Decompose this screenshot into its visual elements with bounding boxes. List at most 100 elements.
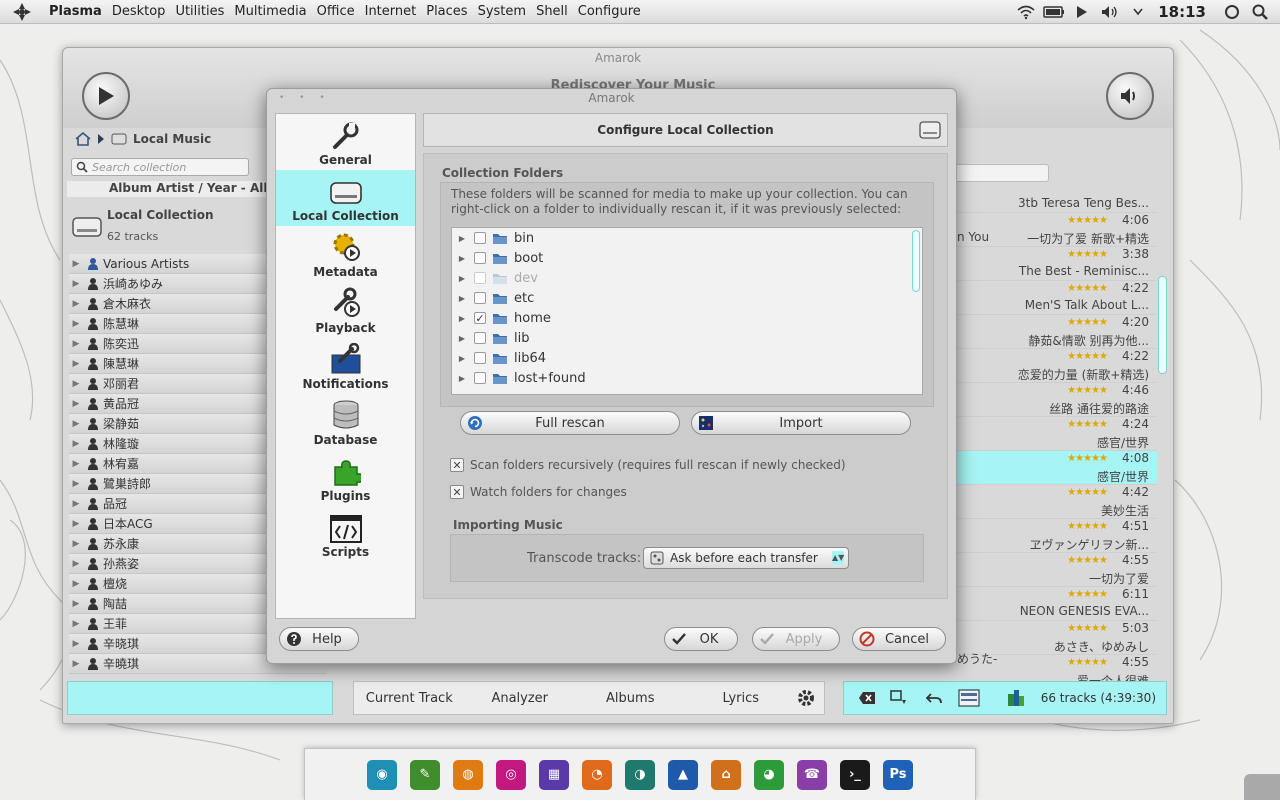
cancel-button[interactable]: Cancel — [852, 627, 946, 651]
folder-row[interactable]: ▶ dev — [452, 268, 922, 288]
expand-arrow-icon[interactable]: ▶ — [69, 419, 83, 429]
menu-internet[interactable]: Internet — [360, 0, 422, 24]
expand-arrow-icon[interactable]: ▶ — [452, 254, 472, 263]
dock-app-2[interactable]: ✎ — [410, 759, 440, 790]
playlist-scrollbar[interactable] — [1158, 276, 1167, 374]
expand-arrow-icon[interactable]: ▶ — [69, 439, 83, 449]
rating-stars[interactable]: ★★★★★ — [1067, 351, 1108, 362]
expand-arrow-icon[interactable]: ▶ — [69, 519, 83, 529]
folder-row[interactable]: ▶ lib64 — [452, 348, 922, 368]
menu-plasma[interactable]: Plasma — [44, 0, 107, 24]
dock-rss-icon[interactable]: ◔ — [582, 759, 612, 790]
folder-checkbox[interactable] — [474, 372, 486, 384]
expand-arrow-icon[interactable]: ▶ — [452, 234, 472, 243]
rating-stars[interactable]: ★★★★★ — [1067, 555, 1108, 566]
wifi-icon[interactable] — [1012, 0, 1040, 24]
expand-arrow-icon[interactable]: ▶ — [69, 459, 83, 469]
dynamic-playlist-icon[interactable] — [1006, 688, 1026, 708]
collection-filter-bar[interactable] — [67, 681, 333, 715]
expand-arrow-icon[interactable]: ▶ — [69, 639, 83, 649]
dock-app-7[interactable]: ◑ — [625, 759, 655, 790]
rating-stars[interactable]: ★★★★★ — [1067, 283, 1108, 294]
breadcrumb-local-music[interactable]: Local Music — [133, 132, 211, 146]
help-button[interactable]: Help — [279, 627, 359, 651]
queue-icon[interactable] — [890, 690, 908, 706]
expand-arrow-icon[interactable]: ▶ — [69, 379, 83, 389]
chevron-down-icon[interactable] — [1124, 0, 1152, 24]
menu-desktop[interactable]: Desktop — [107, 0, 171, 24]
tab-albums[interactable]: Albums — [575, 691, 686, 706]
expand-arrow-icon[interactable]: ▶ — [69, 479, 83, 489]
gear-icon[interactable] — [796, 688, 816, 708]
ok-button[interactable]: OK — [664, 627, 738, 651]
sidebar-item-general[interactable]: General — [276, 114, 415, 170]
tab-analyzer[interactable]: Analyzer — [465, 691, 576, 706]
corner-widget[interactable] — [1244, 774, 1280, 800]
watch-folders-checkbox[interactable]: ✕ — [450, 485, 464, 499]
menu-configure[interactable]: Configure — [573, 0, 646, 24]
expand-arrow-icon[interactable]: ▶ — [69, 319, 83, 329]
search-icon[interactable] — [1246, 0, 1274, 24]
menu-office[interactable]: Office — [312, 0, 360, 24]
sidebar-item-local-collection[interactable]: Local Collection — [276, 170, 415, 226]
clock[interactable]: 18:13 — [1152, 3, 1218, 21]
folder-row[interactable]: ▶ boot — [452, 248, 922, 268]
clear-playlist-icon[interactable] — [858, 691, 876, 705]
folder-checkbox[interactable] — [474, 332, 486, 344]
rating-stars[interactable]: ★★★★★ — [1067, 521, 1108, 532]
rating-stars[interactable]: ★★★★★ — [1067, 487, 1108, 498]
sidebar-item-plugins[interactable]: Plugins — [276, 450, 415, 506]
expand-arrow-icon[interactable]: ▶ — [452, 374, 472, 383]
sidebar-item-database[interactable]: Database — [276, 394, 415, 450]
expand-arrow-icon[interactable]: ▶ — [452, 294, 472, 303]
dock-app-8[interactable]: ▲ — [668, 759, 698, 790]
scan-recursive-checkbox[interactable]: ✕ — [450, 458, 464, 472]
rating-stars[interactable]: ★★★★★ — [1067, 453, 1108, 464]
menu-utilities[interactable]: Utilities — [170, 0, 229, 24]
expand-arrow-icon[interactable]: ▶ — [69, 619, 83, 629]
expand-arrow-icon[interactable]: ▶ — [452, 334, 472, 343]
watch-folders-option[interactable]: ✕ Watch folders for changes — [450, 485, 627, 499]
expand-arrow-icon[interactable]: ▶ — [452, 354, 472, 363]
dock-terminal-icon[interactable]: ›_ — [840, 759, 870, 790]
tab-lyrics[interactable]: Lyrics — [686, 691, 797, 706]
dock-app-10[interactable]: ◕ — [754, 759, 784, 790]
battery-icon[interactable] — [1040, 0, 1068, 24]
dock-app-4[interactable]: ◎ — [496, 759, 526, 790]
dock-firefox-icon[interactable]: ◍ — [453, 759, 483, 790]
play-button[interactable] — [82, 72, 130, 120]
sidebar-item-playback[interactable]: Playback — [276, 282, 415, 338]
rating-stars[interactable]: ★★★★★ — [1067, 657, 1108, 668]
expand-arrow-icon[interactable]: ▶ — [69, 299, 83, 309]
folder-row[interactable]: ▶ bin — [452, 228, 922, 248]
save-playlist-icon[interactable] — [958, 689, 980, 707]
expand-arrow-icon[interactable]: ▶ — [69, 359, 83, 369]
menu-system[interactable]: System — [473, 0, 531, 24]
undo-icon[interactable] — [926, 691, 942, 705]
collection-search[interactable]: Search collection — [71, 158, 249, 176]
expand-arrow-icon[interactable]: ▶ — [69, 399, 83, 409]
expand-arrow-icon[interactable]: ▶ — [69, 339, 83, 349]
expand-arrow-icon[interactable]: ▶ — [452, 314, 472, 323]
expand-arrow-icon[interactable]: ▶ — [69, 559, 83, 569]
expand-arrow-icon[interactable]: ▶ — [69, 659, 83, 669]
folder-tree-scrollbar[interactable] — [912, 230, 920, 292]
volume-button[interactable] — [1106, 72, 1154, 120]
expand-arrow-icon[interactable]: ▶ — [69, 259, 83, 269]
dock-phone-icon[interactable]: ☎ — [797, 759, 827, 790]
rating-stars[interactable]: ★★★★★ — [1067, 385, 1108, 396]
breadcrumb-arrow-icon[interactable] — [97, 133, 105, 145]
folder-checkbox[interactable] — [474, 292, 486, 304]
rating-stars[interactable]: ★★★★★ — [1067, 317, 1108, 328]
folder-checkbox[interactable] — [474, 232, 486, 244]
rating-stars[interactable]: ★★★★★ — [1067, 215, 1108, 226]
menu-multimedia[interactable]: Multimedia — [229, 0, 311, 24]
rating-stars[interactable]: ★★★★★ — [1067, 419, 1108, 430]
folder-checkbox[interactable] — [474, 352, 486, 364]
tab-current-track[interactable]: Current Track — [354, 691, 465, 706]
folder-checkbox[interactable] — [474, 272, 486, 284]
folder-row[interactable]: ▶ etc — [452, 288, 922, 308]
expand-arrow-icon[interactable]: ▶ — [69, 499, 83, 509]
folder-checkbox[interactable]: ✓ — [474, 312, 486, 324]
play-icon[interactable] — [1068, 0, 1096, 24]
